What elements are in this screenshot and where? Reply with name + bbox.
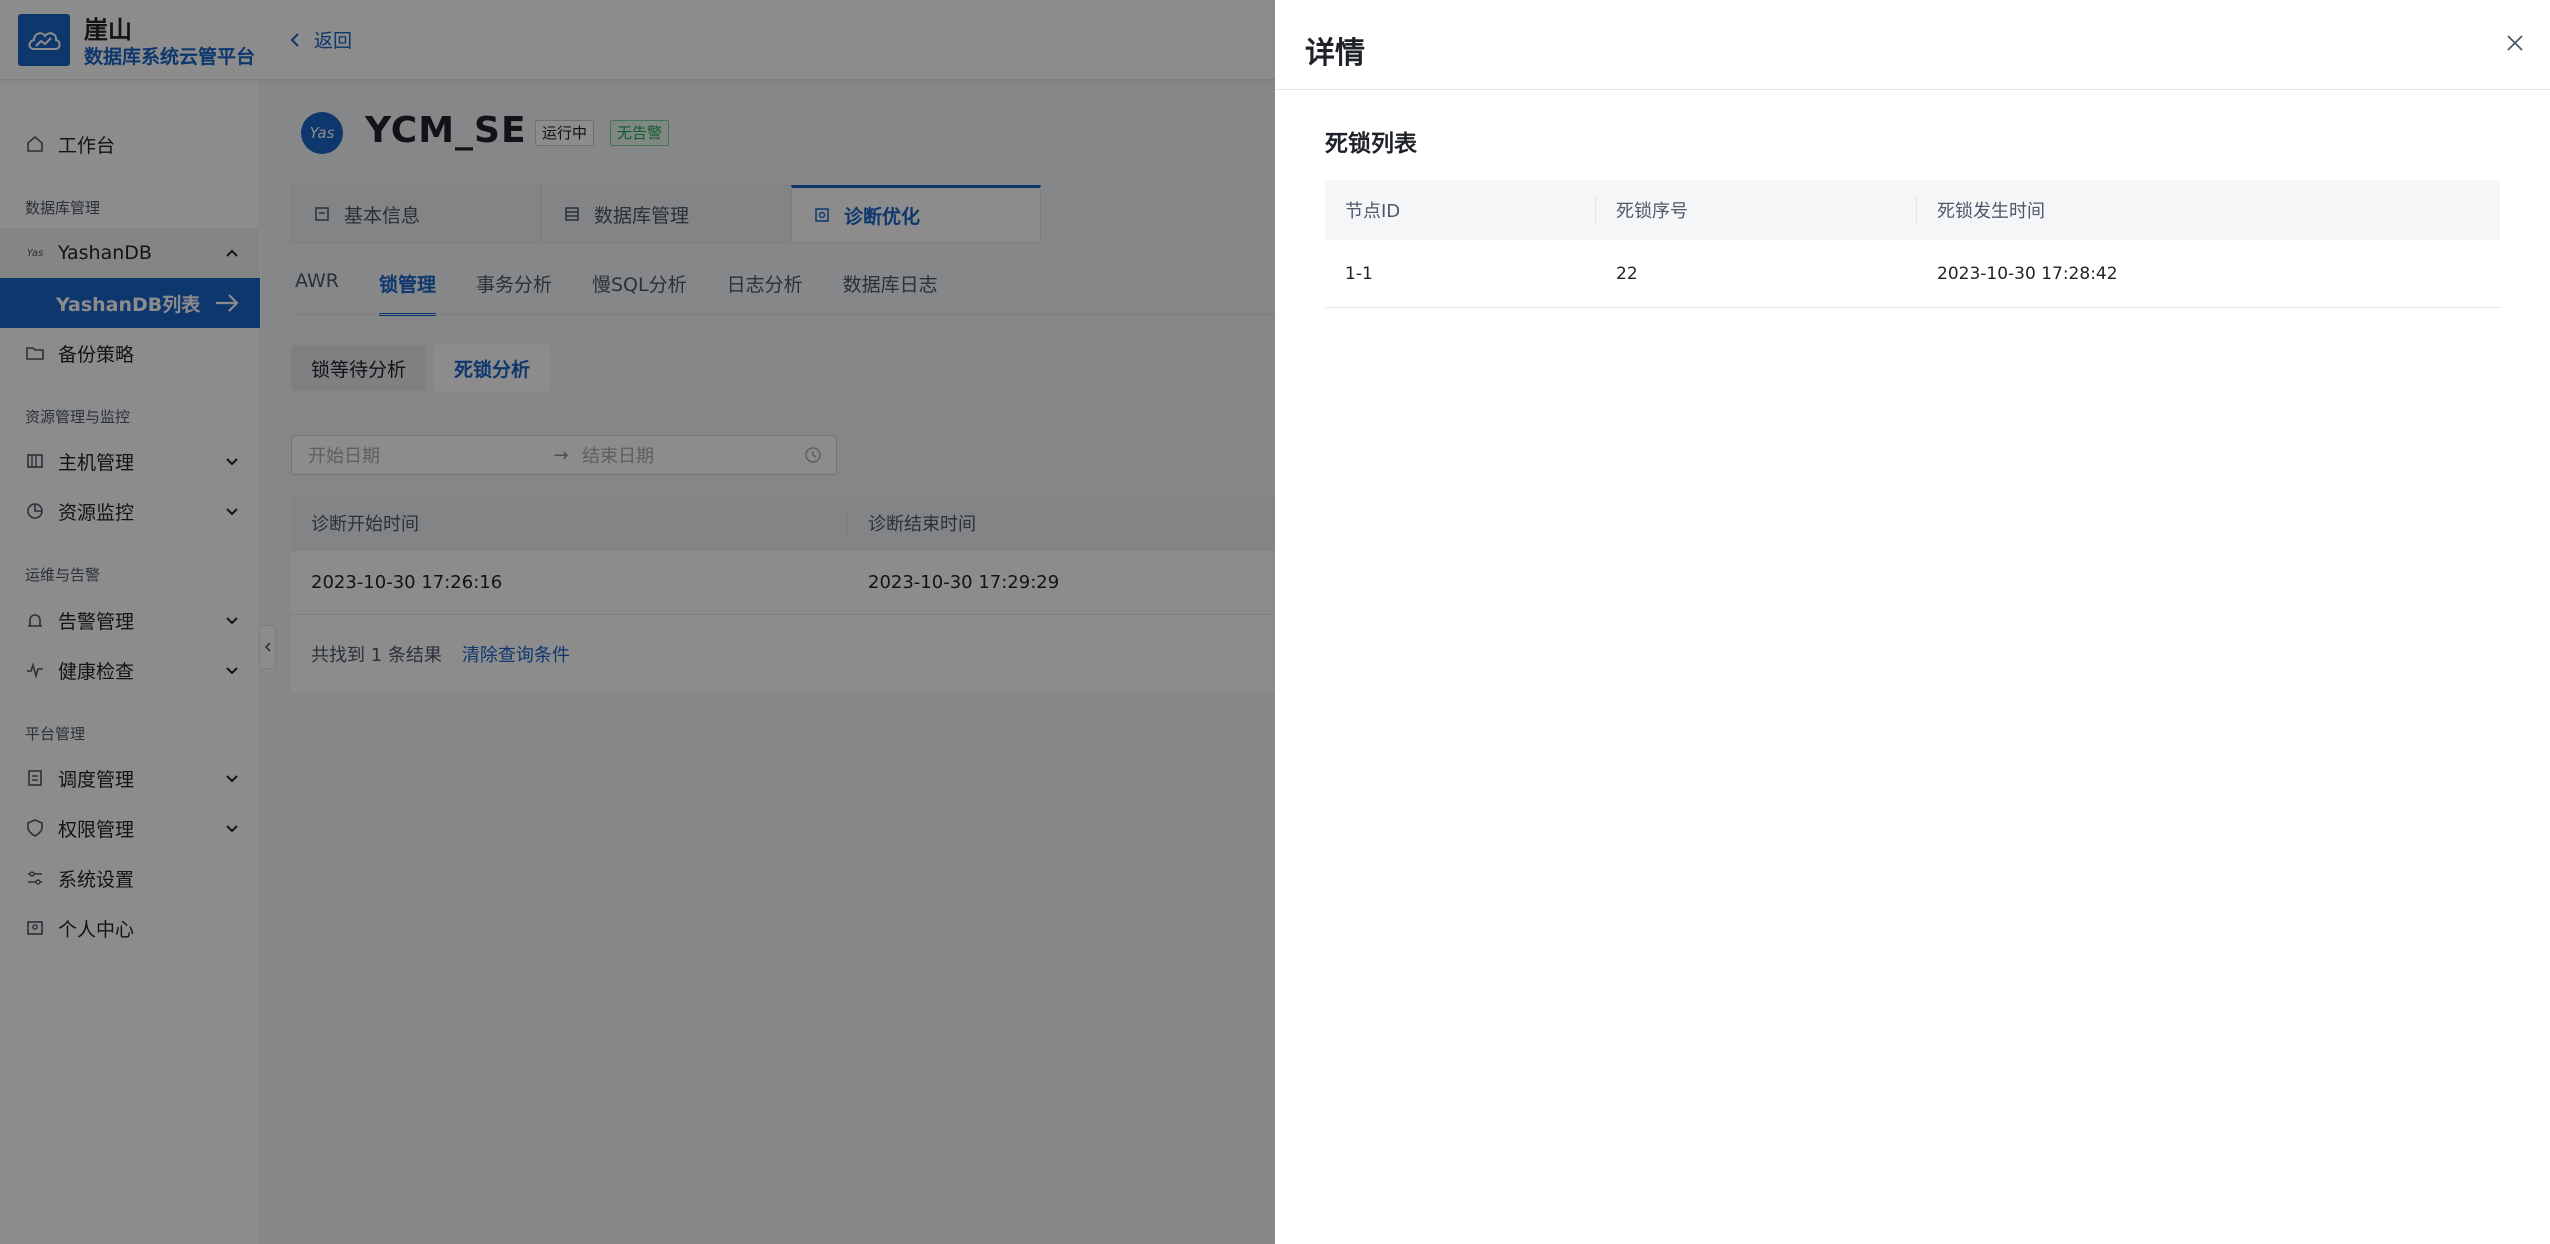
column-header: 死锁序号 — [1596, 196, 1917, 224]
table-header: 节点ID 死锁序号 死锁发生时间 — [1325, 180, 2500, 240]
table-cell: 2023-10-30 17:28:42 — [1937, 263, 2118, 284]
drawer-title: 详情 — [1305, 36, 1365, 71]
table-row[interactable]: 1-1 22 2023-10-30 17:28:42 — [1325, 240, 2500, 308]
column-header: 节点ID — [1325, 196, 1596, 224]
table-cell: 22 — [1616, 263, 1638, 284]
detail-drawer: 详情 死锁列表 节点ID 死锁序号 死锁发生时间 1-1 22 2023-10-… — [1275, 0, 2550, 1244]
column-header: 死锁发生时间 — [1937, 201, 2045, 222]
table-cell: 1-1 — [1345, 263, 1373, 284]
section-title: 死锁列表 — [1325, 131, 1417, 157]
deadlock-table: 节点ID 死锁序号 死锁发生时间 1-1 22 2023-10-30 17:28… — [1325, 180, 2500, 308]
drawer-header: 详情 — [1275, 0, 2550, 90]
close-button[interactable] — [2504, 32, 2526, 54]
close-icon — [2507, 35, 2523, 51]
